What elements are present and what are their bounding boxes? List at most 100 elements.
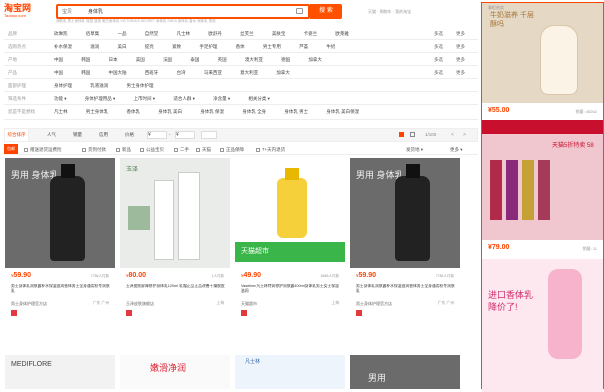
filter-option[interactable]: 玫琳凯 [54, 31, 68, 37]
ad-image[interactable]: 进口香体乳 降价了! [482, 259, 603, 392]
filter-option[interactable]: 美肤宝 [272, 31, 286, 37]
filter-option[interactable]: 中国 [54, 70, 63, 76]
sort-price[interactable]: 价格 [125, 132, 134, 138]
grid-view-icon[interactable] [399, 132, 404, 137]
filter-option[interactable]: 提亮 [145, 44, 154, 50]
multi-select-button[interactable]: 多选 [434, 44, 443, 50]
check-option[interactable]: 天猫 [196, 147, 211, 153]
filter-option[interactable]: 澳大利亚 [245, 57, 263, 63]
camera-icon[interactable] [296, 8, 303, 14]
check-option[interactable]: 赠送退货运费险 [24, 147, 62, 153]
prev-page-icon[interactable]: < [451, 132, 454, 138]
filter-option[interactable]: 韩国 [81, 70, 90, 76]
filter-option[interactable]: 台湾 [177, 70, 186, 76]
product-image[interactable]: 天猫超市 [235, 158, 345, 268]
product-card[interactable]: 男用 [350, 355, 460, 389]
filter-option[interactable]: 牛奶 [326, 44, 335, 50]
filter-option[interactable]: 香体 [236, 44, 245, 50]
link-cart[interactable]: 购物车 [380, 9, 392, 14]
shop-name[interactable]: 玉泽皮肤旗舰店 [126, 301, 154, 307]
sort-popularity[interactable]: 人气 [47, 132, 56, 138]
filter-option[interactable]: 法国 [163, 57, 172, 63]
shop-name[interactable]: 男士身体护理官方店 [11, 301, 47, 307]
check-option[interactable]: 二手 [174, 147, 189, 153]
multi-select-button[interactable]: 多选 [434, 57, 443, 63]
search-button[interactable]: 搜 索 [310, 4, 342, 19]
filter-option[interactable]: 男士身体护理 [127, 83, 154, 89]
filter-dropdown[interactable]: 上市时间 ▾ [134, 96, 156, 102]
filter-option[interactable]: 西班牙 [145, 70, 159, 76]
search-input[interactable]: 身体乳 [88, 8, 103, 15]
filter-option[interactable]: 美白 [118, 44, 127, 50]
product-title[interactable]: 玉泽皮肤屏障修护身体乳120ml 乳霜正品正品改善干燥脱皮 [126, 284, 226, 298]
shop-name[interactable]: 男士身体护理官方店 [356, 301, 392, 307]
product-image[interactable]: 玉泽 [120, 158, 230, 268]
filter-dropdown[interactable]: 适合人群 ▾ [173, 96, 195, 102]
more-button[interactable]: 更多 [456, 31, 465, 37]
check-option[interactable]: 新品 [116, 147, 131, 153]
product-card[interactable]: 男用 身体乳 ¥59.90 7786人付款 男士身体乳润肤露补水保湿滋润香体男士… [350, 158, 460, 353]
taobao-logo[interactable]: 淘宝网 Taobao.com [4, 3, 46, 19]
filter-option[interactable]: 马来西亚 [204, 70, 222, 76]
filter-option[interactable]: 意大利亚 [240, 70, 258, 76]
suggest-link[interactable]: 男士身体乳 [86, 109, 109, 115]
filter-option[interactable]: 一品 [118, 31, 127, 37]
filter-option[interactable]: 丝芙兰 [240, 31, 254, 37]
product-title[interactable]: 男士身体乳润肤露补水保湿滋润香体男士全身通用秋冬润肤乳 [356, 284, 456, 298]
filter-option[interactable]: 卡姿兰 [304, 31, 318, 37]
filter-option[interactable]: 中国大陆 [109, 70, 127, 76]
filter-option[interactable]: 中国 [54, 57, 63, 63]
product-card[interactable]: 男用 身体乳 ¥59.90 7786人付款 男士身体乳润肤露补水保湿滋润香体男士… [5, 158, 115, 353]
filter-option[interactable]: 紧致 [172, 44, 181, 50]
filter-option[interactable]: 泰国 [190, 57, 199, 63]
search-box[interactable]: 宝贝 身体乳 [56, 4, 310, 19]
filter-option[interactable]: 乳液滋润 [90, 83, 108, 89]
more-button[interactable]: 更多 [456, 57, 465, 63]
search-category[interactable]: 宝贝 [62, 8, 72, 15]
price-to-input[interactable]: ¥ [175, 131, 195, 139]
link-tmall[interactable]: 天猫 [368, 9, 376, 14]
multi-select-button[interactable]: 多选 [434, 70, 443, 76]
filter-option[interactable]: 欧舒丹 [208, 31, 222, 37]
filter-option[interactable]: 英国 [218, 57, 227, 63]
product-title[interactable]: 男士身体乳润肤露补水保湿滋润香体男士全身通用秋冬润肤乳 [11, 284, 111, 298]
filter-option[interactable]: 德国 [281, 57, 290, 63]
filter-dropdown[interactable]: 净含量 ▾ [213, 96, 230, 102]
filter-option[interactable]: 自然堂 [145, 31, 159, 37]
filter-option[interactable]: 韩国 [81, 57, 90, 63]
product-card[interactable]: 凡士林 [235, 355, 345, 389]
next-page-icon[interactable]: > [463, 132, 466, 138]
sort-credit[interactable]: 信用 [99, 132, 108, 138]
filter-option[interactable]: 加拿大 [308, 57, 322, 63]
more-button[interactable]: 更多 [456, 44, 465, 50]
check-option[interactable]: 正品保障 [220, 147, 244, 153]
product-card[interactable]: MEDIFLORE [5, 355, 115, 389]
product-card[interactable]: 天猫超市 ¥49.90 6565人付款 Vaseline/凡士林特润修护润肤露4… [235, 158, 345, 353]
filter-option[interactable]: 身体护理 [54, 83, 72, 89]
filter-option[interactable]: 男士专用 [263, 44, 281, 50]
ad-image[interactable]: 天猫5折特卖 58 [482, 120, 603, 240]
suggest-link[interactable]: 身体乳 保湿 [200, 109, 224, 115]
check-option[interactable]: 货到付款 [82, 147, 106, 153]
more-dropdown[interactable]: 更多 ▾ [450, 147, 463, 153]
free-shipping-toggle[interactable]: 包邮 [4, 144, 18, 154]
more-button[interactable]: 更多 [456, 70, 465, 76]
hot-words[interactable]: 润肤乳 男士身体乳 保湿 滋润 美白身体乳 VICTORIA'S SECRET … [56, 19, 356, 23]
filter-option[interactable]: 欧莱雅 [335, 31, 349, 37]
link-my-taobao[interactable]: 我的淘宝 [395, 9, 411, 14]
filter-dropdown[interactable]: 功能 ▾ [54, 96, 67, 102]
shop-name[interactable]: 天猫超市 [241, 301, 257, 307]
product-card[interactable]: 嫩滑净润 [120, 355, 230, 389]
filter-option[interactable]: 加拿大 [276, 70, 290, 76]
suggest-link[interactable]: 身体乳 美白保湿 [326, 109, 359, 115]
suggest-link[interactable]: 身体乳 全身 [242, 109, 266, 115]
check-option[interactable]: 7+天内退货 [256, 147, 285, 153]
filter-option[interactable]: 日本 [109, 57, 118, 63]
filter-option[interactable]: 佰草集 [86, 31, 100, 37]
suggest-link[interactable]: 凡士林 [54, 109, 68, 115]
sort-sales[interactable]: 销量 [73, 132, 82, 138]
product-image[interactable]: 男用 身体乳 [350, 158, 460, 268]
filter-option[interactable]: 美国 [136, 57, 145, 63]
list-view-icon[interactable] [410, 132, 415, 137]
price-confirm-button[interactable] [201, 131, 217, 139]
